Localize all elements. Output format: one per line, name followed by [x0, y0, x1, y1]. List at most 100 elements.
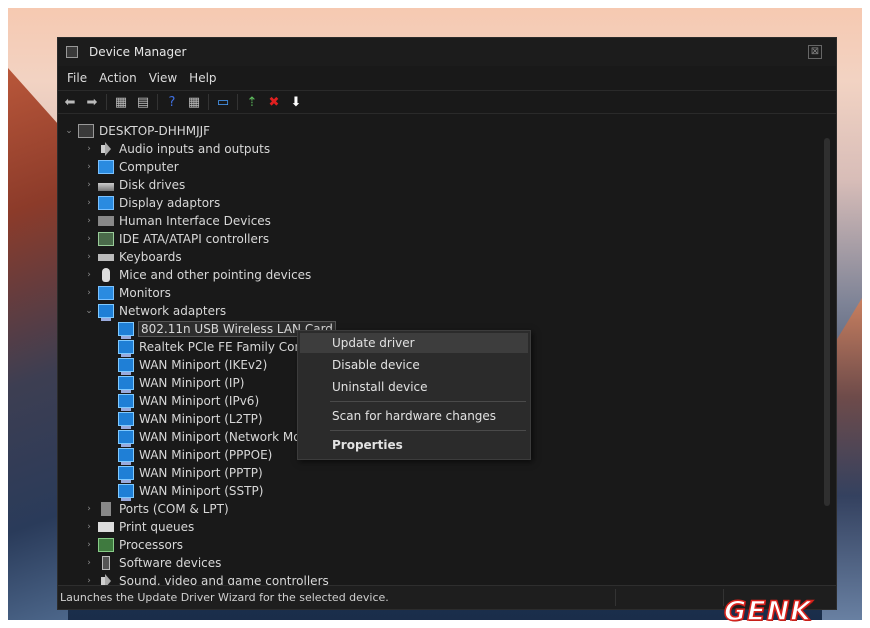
net-icon: [118, 466, 134, 483]
menu-help[interactable]: Help: [183, 71, 222, 85]
menu-file[interactable]: File: [61, 71, 93, 85]
chevron-right-icon[interactable]: ›: [84, 162, 94, 172]
tree-item-label: Mice and other pointing devices: [119, 268, 312, 282]
back-arrow-icon[interactable]: ⬅: [62, 94, 78, 110]
window-title: Device Manager: [89, 45, 187, 59]
tree-item-label: WAN Miniport (IPv6): [139, 394, 260, 408]
tree-item-label: IDE ATA/ATAPI controllers: [119, 232, 270, 246]
menu-view[interactable]: View: [143, 71, 183, 85]
tree-category[interactable]: › Disk drives: [84, 176, 185, 194]
tree-category[interactable]: › Mice and other pointing devices: [84, 266, 311, 284]
tree-item-label: Human Interface Devices: [119, 214, 271, 228]
chevron-right-icon[interactable]: ›: [84, 234, 94, 244]
tree-category[interactable]: › IDE ATA/ATAPI controllers: [84, 230, 269, 248]
menu-action[interactable]: Action: [93, 71, 143, 85]
tree-category[interactable]: › Computer: [84, 158, 179, 176]
update-driver-item[interactable]: Update driver: [300, 333, 528, 353]
network-adapter-item[interactable]: WAN Miniport (IPv6): [104, 392, 260, 411]
chevron-right-icon[interactable]: ›: [84, 504, 94, 514]
net-icon: [118, 448, 134, 465]
tree-category[interactable]: › Processors: [84, 536, 183, 554]
chevron-right-icon[interactable]: ›: [84, 252, 94, 262]
tree-category[interactable]: › Sound, video and game controllers: [84, 572, 329, 585]
monitor-icon[interactable]: ▭: [215, 94, 231, 110]
chevron-right-icon[interactable]: ›: [84, 540, 94, 550]
network-adapter-item[interactable]: WAN Miniport (Network Mon: [104, 428, 309, 447]
network-adapter-item[interactable]: WAN Miniport (PPPOE): [104, 446, 272, 465]
help-icon[interactable]: ?: [164, 94, 180, 110]
network-adapter-item[interactable]: WAN Miniport (SSTP): [104, 482, 263, 501]
vertical-scrollbar[interactable]: [824, 138, 830, 506]
chevron-right-icon[interactable]: ›: [84, 198, 94, 208]
tree-item-label: Audio inputs and outputs: [119, 142, 271, 156]
tree-item-label: Monitors: [119, 286, 171, 300]
net-icon: [118, 484, 134, 501]
net-icon: [98, 304, 114, 321]
tree-root-computer[interactable]: ⌄ DESKTOP-DHHMJJF: [64, 122, 210, 140]
chevron-right-icon[interactable]: ›: [84, 576, 94, 585]
update-driver-icon[interactable]: ⇡: [244, 94, 260, 110]
close-icon[interactable]: ⊠: [808, 45, 822, 59]
net-icon: [118, 358, 134, 375]
network-adapter-item[interactable]: WAN Miniport (L2TP): [104, 410, 263, 429]
toolbar-separator: [106, 94, 107, 110]
monitor-icon: [98, 160, 114, 174]
chevron-down-icon[interactable]: ⌄: [64, 126, 74, 136]
chevron-right-icon[interactable]: ›: [84, 558, 94, 568]
tree-item-label: Display adaptors: [119, 196, 221, 210]
chevron-right-icon[interactable]: ›: [84, 270, 94, 280]
network-adapter-item[interactable]: WAN Miniport (PPTP): [104, 464, 263, 483]
tree-category[interactable]: ⌄ Network adapters: [84, 302, 226, 321]
show-devices-icon[interactable]: ▦: [186, 94, 202, 110]
network-adapter-item[interactable]: WAN Miniport (IP): [104, 374, 245, 393]
tree-category[interactable]: › Keyboards: [84, 248, 181, 266]
scan-hardware-item[interactable]: Scan for hardware changes: [300, 406, 528, 426]
chevron-right-icon[interactable]: ›: [84, 180, 94, 190]
network-adapter-item[interactable]: WAN Miniport (IKEv2): [104, 356, 268, 375]
properties-item[interactable]: Properties: [300, 435, 528, 455]
uninstall-icon[interactable]: ✖: [266, 94, 282, 110]
status-divider: [615, 589, 616, 606]
uninstall-device-item[interactable]: Uninstall device: [300, 377, 528, 397]
tree-category[interactable]: › Print queues: [84, 518, 194, 536]
menu-separator: [330, 401, 526, 402]
properties-icon[interactable]: ▦: [113, 94, 129, 110]
chevron-right-icon[interactable]: ›: [84, 522, 94, 532]
tree-category[interactable]: › Audio inputs and outputs: [84, 140, 270, 158]
net-icon: [118, 394, 134, 411]
genk-logo: GENK: [723, 595, 813, 628]
chevron-right-icon[interactable]: ›: [84, 288, 94, 298]
tree-item-label: Processors: [119, 538, 184, 552]
download-icon[interactable]: ⬇: [288, 94, 304, 110]
tree-item-label: WAN Miniport (IKEv2): [139, 358, 268, 372]
menu-bar: File Action View Help: [58, 66, 836, 90]
net-icon: [118, 322, 134, 339]
tree-item-label: Print queues: [119, 520, 195, 534]
kbd-icon: [98, 253, 114, 261]
tree-category[interactable]: › Monitors: [84, 284, 171, 302]
port-icon: [101, 502, 111, 516]
chevron-down-icon[interactable]: ⌄: [84, 306, 94, 316]
tree-category[interactable]: › Software devices: [84, 554, 221, 572]
network-adapter-item[interactable]: Realtek PCIe FE Family Contro: [104, 338, 319, 357]
speaker-icon: [98, 574, 114, 585]
chevron-right-icon[interactable]: ›: [84, 216, 94, 226]
disable-device-item[interactable]: Disable device: [300, 355, 528, 375]
menu-separator: [330, 430, 526, 431]
chevron-right-icon[interactable]: ›: [84, 144, 94, 154]
tree-item-label: WAN Miniport (IP): [139, 376, 245, 390]
tree-item-label: WAN Miniport (Network Mon: [139, 430, 309, 444]
status-text: Launches the Update Driver Wizard for th…: [60, 591, 389, 604]
tree-category[interactable]: › Display adaptors: [84, 194, 220, 212]
show-hidden-icon[interactable]: ▤: [135, 94, 151, 110]
tree-item-label: Realtek PCIe FE Family Contro: [139, 340, 319, 354]
tree-category[interactable]: › Ports (COM & LPT): [84, 500, 229, 518]
tree-item-label: DESKTOP-DHHMJJF: [99, 124, 211, 138]
toolbar-separator: [237, 94, 238, 110]
tree-item-label: Software devices: [119, 556, 222, 570]
status-bar: Launches the Update Driver Wizard for th…: [58, 585, 836, 609]
tree-item-label: WAN Miniport (PPTP): [139, 466, 263, 480]
net-icon: [118, 412, 134, 429]
forward-arrow-icon[interactable]: ➡: [84, 94, 100, 110]
tree-category[interactable]: › Human Interface Devices: [84, 212, 271, 230]
